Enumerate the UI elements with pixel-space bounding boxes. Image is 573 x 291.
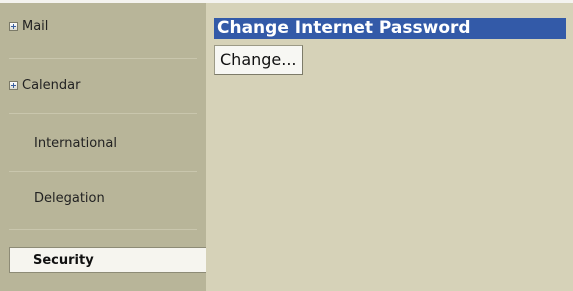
content-pane: Change Internet Password Change... (206, 3, 573, 291)
expand-plus-icon[interactable] (9, 22, 18, 31)
section-title: Change Internet Password (214, 18, 566, 39)
change-password-button[interactable]: Change... (214, 45, 303, 75)
sidebar-item-mail[interactable]: Mail (9, 19, 204, 34)
sidebar-item-label: Delegation (34, 191, 105, 206)
sidebar-divider (9, 229, 197, 230)
expand-plus-icon[interactable] (9, 81, 18, 90)
sidebar-item-delegation[interactable]: Delegation (34, 191, 229, 206)
sidebar-item-international[interactable]: International (34, 136, 229, 151)
sidebar-item-label: Calendar (22, 78, 81, 93)
sidebar-item-label: Mail (22, 19, 49, 34)
sidebar-divider (9, 113, 197, 114)
sidebar-item-security[interactable]: Security (9, 247, 209, 273)
sidebar-item-label: Security (33, 253, 94, 268)
sidebar-divider (9, 171, 197, 172)
sidebar-divider (9, 58, 197, 59)
options-sidebar: Mail Calendar International Delegation S… (0, 3, 209, 291)
sidebar-item-label: International (34, 136, 117, 151)
sidebar-item-calendar[interactable]: Calendar (9, 78, 204, 93)
